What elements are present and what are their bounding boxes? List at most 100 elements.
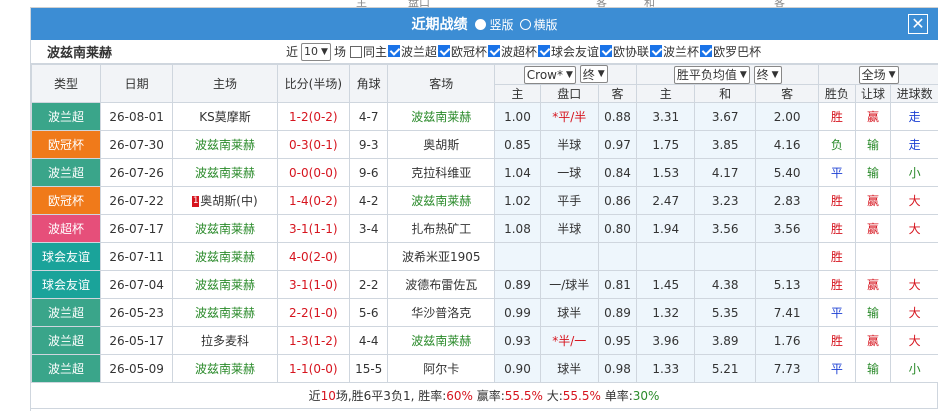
rank-badge: 1 [192,196,200,207]
match-count-select[interactable]: 10 ▼ [301,42,331,61]
cell-hc-away: 0.80 [597,214,638,243]
competition-checkbox[interactable]: 欧罗巴杯 [700,43,761,60]
cell-away[interactable]: 波兹南莱赫 [387,186,496,215]
chevron-down-icon: ▼ [597,69,605,80]
cell-home[interactable]: 1 奥胡斯(中) [172,186,278,215]
cell-goals: 大 [890,326,938,355]
cell-hc-line: 球半 [539,354,599,383]
cell-hc-away: 0.88 [597,102,638,131]
col-hc-home: 主 [494,84,541,103]
table-row[interactable]: 波兰超 26-05-17 拉多麦科 1-3(1-2) 4-4 波兹南莱赫 0.93 *半/一 0… [30,326,938,355]
cell-home[interactable]: 波兹南莱赫 [172,354,278,383]
euro-scope-select[interactable]: 终 ▼ [753,65,782,84]
cell-hc-home: 1.04 [494,158,541,187]
cell-eu-draw: 5.35 [694,298,757,327]
cell-score[interactable]: 2-2(1-0) [276,298,350,327]
cell-corner [348,242,389,271]
handicap-scope-select[interactable]: 终 ▼ [579,65,608,84]
cell-away[interactable]: 克拉科维亚 [387,158,496,187]
radio-horizontal[interactable]: 横版 [519,16,558,33]
close-icon[interactable]: ✕ [908,14,928,34]
cell-corner: 4-4 [348,326,389,355]
col-result: 胜负 [818,84,856,103]
table-row[interactable]: 波兰超 26-07-26 波兹南莱赫 0-0(0-0) 9-6 克拉科维亚 1.04 一球 0.… [30,158,938,187]
cell-eu-away: 5.40 [755,158,820,187]
checkbox-checked-icon [600,45,613,58]
table-row[interactable]: 球会友谊 26-07-11 波兹南莱赫 4-0(2-0) 波希米亚1905 胜 [30,242,938,271]
cell-type[interactable]: 波兰超 [30,298,102,327]
cell-score[interactable]: 1-3(1-2) [276,326,350,355]
table-row[interactable]: 波兰超 26-05-23 波兹南莱赫 2-2(1-0) 5-6 华沙普洛克 0.99 球半 0.… [30,298,938,327]
cell-type[interactable]: 欧冠杯 [30,130,102,159]
cell-away[interactable]: 波希米亚1905 [387,242,496,271]
cell-goals: 大 [890,270,938,299]
cell-type[interactable]: 球会友谊 [30,242,102,271]
cell-home[interactable]: 拉多麦科 [172,326,278,355]
cell-eu-draw: 3.23 [694,186,757,215]
cell-result: 胜 [818,270,856,299]
team-name: 波兹南莱赫 [47,46,113,61]
cell-type[interactable]: 波兰超 [30,326,102,355]
cell-home[interactable]: 波兹南莱赫 [172,298,278,327]
cell-type[interactable]: 波兰超 [30,158,102,187]
table-row[interactable]: 欧冠杯 26-07-22 1 奥胡斯(中) 1-4(0-2) 4-2 波兹南莱赫 1.02 平手… [30,186,938,215]
cell-result: 平 [818,158,856,187]
competition-checkbox[interactable]: 欧冠杯 [437,43,487,60]
chevron-down-icon: ▼ [771,69,779,80]
cell-type[interactable]: 波超杯 [30,214,102,243]
cell-score[interactable]: 3-1(1-0) [276,270,350,299]
cell-home[interactable]: 波兹南莱赫 [172,270,278,299]
cell-score[interactable]: 1-1(0-0) [276,354,350,383]
cell-result: 平 [818,354,856,383]
cell-away[interactable]: 波德布雷佐瓦 [387,270,496,299]
competition-checkbox[interactable]: 球会友谊 [538,43,599,60]
cell-score[interactable]: 1-4(0-2) [276,186,350,215]
cell-date: 26-07-11 [100,242,174,271]
cell-away[interactable]: 波兹南莱赫 [387,326,496,355]
same-home-checkbox[interactable]: 同主 [349,43,387,60]
cell-score[interactable]: 0-3(0-1) [276,130,350,159]
cell-type[interactable]: 球会友谊 [30,270,102,299]
euro-type-select[interactable]: 胜平负均值 ▼ [673,65,750,84]
checkbox-checked-icon [650,45,663,58]
radio-vertical[interactable]: 竖版 [475,16,514,33]
cell-type[interactable]: 波兰超 [30,102,102,131]
competition-checkbox[interactable]: 波兰超 [387,43,437,60]
company-select[interactable]: Crow* ▼ [523,65,576,84]
competition-checkbox[interactable]: 波兰杯 [650,43,699,60]
table-row[interactable]: 欧冠杯 26-07-30 波兹南莱赫 0-3(0-1) 9-3 奥胡斯 0.85 半球 0.97… [30,130,938,159]
table-row[interactable]: 波超杯 26-07-17 波兹南莱赫 3-1(1-1) 3-4 扎布热矿工 1.08 半球 0.… [30,214,938,243]
competition-checkbox[interactable]: 波超杯 [488,43,537,60]
cell-home[interactable]: 波兹南莱赫 [172,214,278,243]
cell-score[interactable]: 0-0(0-0) [276,158,350,187]
recent-record-panel: 近期战绩 竖版 横版 ✕ 波兹南莱赫 近 10 ▼ 场 同主 波兰超 欧冠杯 波超杯球… [30,8,938,411]
table-row[interactable]: 波兰超 26-05-09 波兹南莱赫 1-1(0-0) 15-5 阿尔卡 0.90 球半 0.9… [30,354,938,383]
cell-score[interactable]: 3-1(1-1) [276,214,350,243]
cell-away[interactable]: 波兹南莱赫 [387,102,496,131]
cell-away[interactable]: 阿尔卡 [387,354,496,383]
cell-score[interactable]: 1-2(0-2) [276,102,350,131]
table-row[interactable]: 球会友谊 26-07-04 波兹南莱赫 3-1(1-0) 2-2 波德布雷佐瓦 0.89 一/… [30,270,938,299]
cell-result: 负 [818,130,856,159]
cell-score[interactable]: 4-0(2-0) [276,242,350,271]
competition-label: 欧罗巴杯 [713,44,762,59]
cell-hc-line: 球半 [539,298,599,327]
cell-home[interactable]: 波兹南莱赫 [172,158,278,187]
cell-type[interactable]: 波兰超 [30,354,102,383]
cell-type[interactable]: 欧冠杯 [30,186,102,215]
cell-away[interactable]: 扎布热矿工 [387,214,496,243]
col-home: 主场 [172,64,278,103]
cell-home[interactable]: KS莫摩斯 [172,102,278,131]
cell-away[interactable]: 奥胡斯 [387,130,496,159]
scope-select[interactable]: 全场 ▼ [858,65,899,84]
cell-hc-away: 0.89 [597,298,638,327]
cell-date: 26-07-22 [100,186,174,215]
cell-hc-result: 赢 [854,214,892,243]
cell-hc-line: 一/球半 [539,270,599,299]
cell-away[interactable]: 华沙普洛克 [387,298,496,327]
handicap-header: Crow* ▼ 终 ▼ [494,64,638,85]
cell-home[interactable]: 波兹南莱赫 [172,242,278,271]
competition-checkbox[interactable]: 欧协联 [600,43,649,60]
cell-home[interactable]: 波兹南莱赫 [172,130,278,159]
table-row[interactable]: 波兰超 26-08-01 KS莫摩斯 1-2(0-2) 4-7 波兹南莱赫 1.00 *平/半… [30,102,938,131]
